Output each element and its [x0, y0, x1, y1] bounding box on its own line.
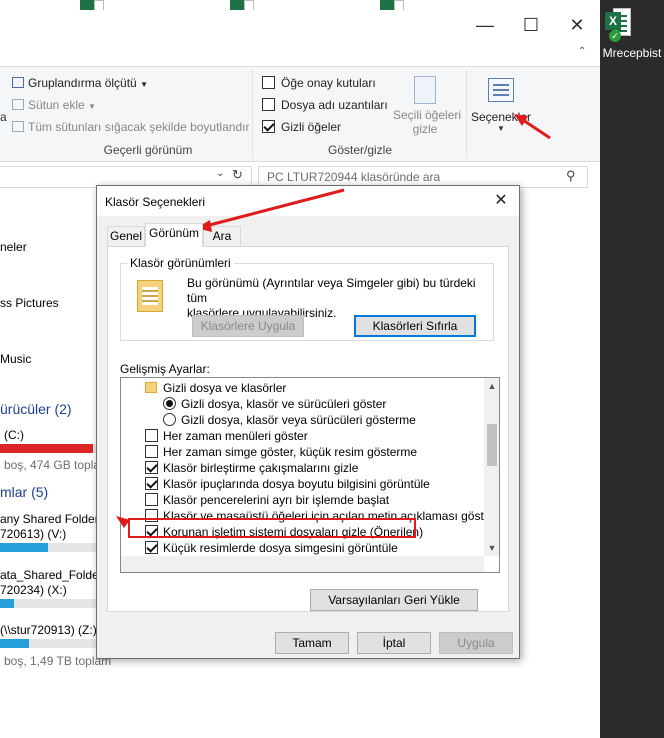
annotation-arrowhead [514, 114, 528, 126]
tab-view[interactable]: Görünüm [145, 223, 203, 247]
annotation-highlight-box [128, 518, 416, 538]
annotation-arrow [201, 188, 345, 229]
annotation-overlay [116, 114, 551, 528]
